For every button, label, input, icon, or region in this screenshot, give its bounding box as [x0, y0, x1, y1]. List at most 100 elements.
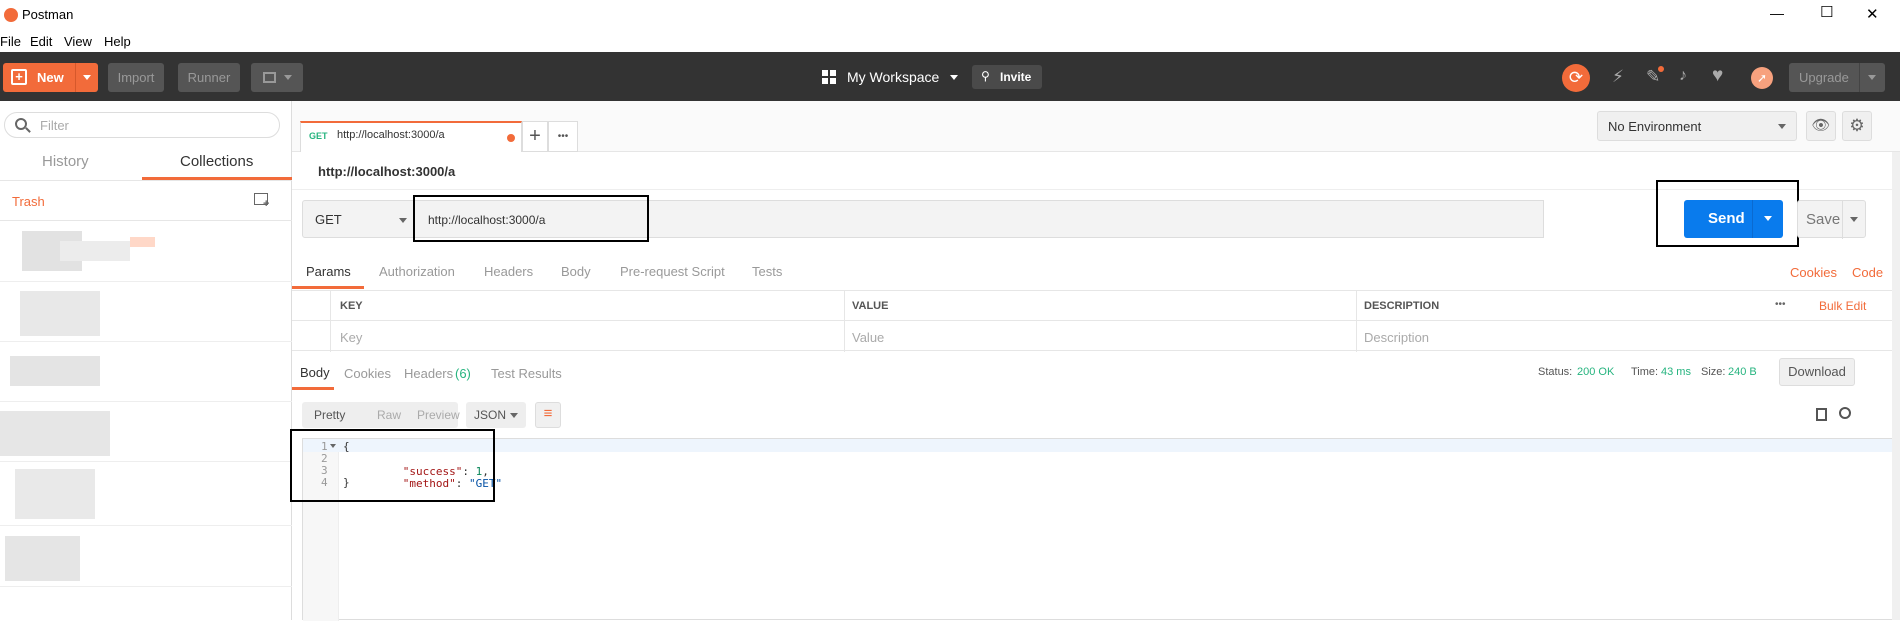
chevron-down-icon	[1850, 217, 1858, 222]
minimize-button[interactable]: —	[1770, 5, 1784, 21]
menu-file[interactable]: File	[0, 34, 21, 49]
response-tab-headers[interactable]: Headers	[404, 366, 453, 381]
response-headers-count: (6)	[455, 366, 471, 381]
menu-bar: File Edit View Help	[0, 30, 1900, 52]
response-body-underline	[292, 387, 334, 390]
response-tab-cookies[interactable]: Cookies	[344, 366, 391, 381]
code-link[interactable]: Code	[1852, 265, 1883, 280]
cookies-link[interactable]: Cookies	[1790, 265, 1837, 280]
collection-item-blurred	[60, 241, 130, 261]
request-tab[interactable]: GET http://localhost:3000/a	[300, 121, 522, 152]
collection-item-blurred	[0, 411, 110, 456]
value-input[interactable]: Value	[852, 330, 884, 345]
download-button[interactable]: Download	[1779, 358, 1855, 386]
import-button[interactable]: Import	[108, 63, 164, 92]
tab-pre-request-script[interactable]: Pre-request Script	[620, 264, 725, 279]
collection-item-blurred	[20, 291, 100, 336]
main-panel: GET http://localhost:3000/a + ••• No Env…	[290, 101, 1900, 621]
response-editor[interactable]: 1 2 3 4 { "success": 1, "method": "GET" …	[302, 438, 1895, 621]
collection-item-blurred	[130, 237, 155, 247]
format-select[interactable]: JSON	[466, 402, 526, 428]
tab-tests[interactable]: Tests	[752, 264, 782, 279]
new-window-button[interactable]	[251, 63, 303, 92]
unsaved-dot	[507, 134, 515, 142]
params-header-row	[292, 291, 1892, 321]
collection-item-blurred	[15, 469, 95, 519]
time-label: Time:	[1631, 366, 1659, 378]
new-collection-icon[interactable]: +	[254, 193, 269, 210]
sync-icon[interactable]: ⟳	[1562, 64, 1590, 92]
list-divider	[0, 586, 292, 587]
view-mode-group: Pretty Raw Preview	[302, 402, 460, 428]
window-title: Postman	[22, 7, 74, 22]
sidebar: Filter History Collections Trash +	[0, 101, 292, 620]
main-toolbar: + New Import Runner My Workspace ⚲ Invit…	[0, 52, 1900, 101]
heart-icon[interactable]: ♥	[1712, 65, 1723, 87]
chevron-down-icon	[283, 75, 292, 80]
tab-params[interactable]: Params	[306, 264, 351, 279]
time-value: 43 ms	[1661, 366, 1691, 378]
eye-icon[interactable]: 👁	[1806, 111, 1836, 141]
close-button[interactable]: ✕	[1866, 5, 1879, 23]
tab-headers[interactable]: Headers	[484, 264, 533, 279]
view-preview[interactable]: Preview	[417, 408, 460, 422]
request-title[interactable]: http://localhost:3000/a	[318, 164, 455, 179]
list-divider	[0, 401, 292, 402]
tab-options-button[interactable]: •••	[548, 121, 578, 152]
response-tab-test-results[interactable]: Test Results	[491, 366, 562, 381]
search-icon-handle	[25, 127, 31, 133]
save-divider	[1842, 201, 1843, 239]
bell-icon[interactable]: ♪	[1679, 67, 1687, 85]
save-label: Save	[1806, 211, 1841, 228]
tab-collections[interactable]: Collections	[180, 153, 253, 170]
params-more-button[interactable]: •••	[1775, 299, 1786, 310]
size-value: 240 B	[1728, 366, 1757, 378]
params-tab-underline	[292, 286, 364, 289]
chevron-down-icon[interactable]	[83, 75, 91, 80]
wrap-lines-icon[interactable]: ≡	[535, 402, 561, 428]
save-button[interactable]: Save	[1797, 200, 1866, 239]
params-col-divider	[330, 291, 331, 352]
list-divider	[0, 461, 292, 462]
notification-dot	[1658, 66, 1664, 72]
environment-label: No Environment	[1608, 119, 1702, 134]
gear-icon[interactable]: ⚙	[1842, 111, 1872, 141]
request-tab-method: GET	[309, 131, 328, 141]
new-button[interactable]: + New	[3, 63, 98, 92]
runner-button[interactable]: Runner	[178, 63, 240, 92]
bulk-edit-link[interactable]: Bulk Edit	[1819, 299, 1866, 313]
response-tab-body[interactable]: Body	[300, 365, 330, 380]
scrollbar[interactable]	[1892, 152, 1900, 620]
trash-link[interactable]: Trash	[12, 194, 45, 209]
tab-authorization[interactable]: Authorization	[379, 264, 455, 279]
workspace-selector[interactable]: My Workspace	[822, 64, 962, 90]
upgrade-button[interactable]: Upgrade	[1789, 63, 1885, 92]
params-col-divider	[1356, 291, 1357, 352]
window-titlebar: Postman — ☐ ✕	[0, 0, 1900, 30]
maximize-button[interactable]: ☐	[1820, 3, 1833, 21]
send-highlight-box	[1656, 180, 1799, 247]
filter-input[interactable]: Filter	[4, 112, 280, 138]
tab-body[interactable]: Body	[561, 264, 591, 279]
satellite-icon[interactable]: ⚡	[1612, 67, 1624, 87]
add-tab-button[interactable]: +	[522, 121, 548, 152]
rocket-icon[interactable]: ➚	[1751, 67, 1773, 89]
menu-edit[interactable]: Edit	[30, 34, 52, 49]
status-value: 200 OK	[1577, 366, 1615, 378]
view-pretty[interactable]: Pretty	[314, 408, 345, 422]
request-tab-url: http://localhost:3000/a	[337, 129, 445, 141]
size-label: Size:	[1701, 366, 1726, 378]
list-divider	[0, 525, 292, 526]
invite-button[interactable]: ⚲ Invite	[972, 65, 1042, 89]
collection-item-blurred	[10, 356, 100, 386]
key-input[interactable]: Key	[340, 330, 362, 345]
environment-selector[interactable]: No Environment	[1597, 111, 1797, 141]
search-icon[interactable]	[1839, 407, 1851, 419]
tab-history[interactable]: History	[42, 153, 89, 170]
method-select[interactable]: GET	[302, 200, 414, 238]
menu-help[interactable]: Help	[104, 34, 131, 49]
menu-view[interactable]: View	[64, 34, 92, 49]
view-raw[interactable]: Raw	[377, 408, 401, 422]
description-input[interactable]: Description	[1364, 330, 1429, 345]
copy-icon[interactable]	[1816, 408, 1827, 421]
